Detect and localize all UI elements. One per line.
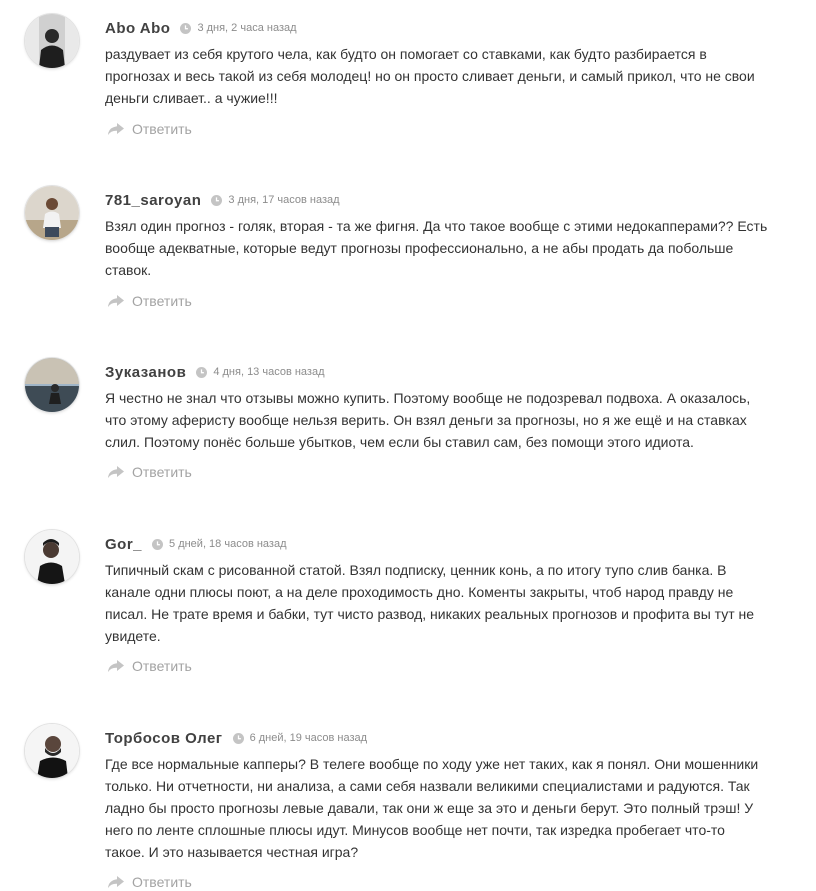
clock-icon: [196, 366, 208, 378]
reply-button[interactable]: Ответить: [107, 120, 192, 138]
comment-header: Торбосов Олег 6 дней, 19 часов назад: [105, 727, 367, 749]
author-name[interactable]: Зуказанов: [105, 364, 186, 381]
author-name[interactable]: Abo Abo: [105, 20, 170, 37]
comment-text-line: увидете.: [105, 628, 161, 644]
clock-icon: [180, 22, 192, 34]
comment-date[interactable]: 6 дней, 19 часов назад: [250, 732, 367, 744]
avatar[interactable]: [25, 724, 79, 778]
avatar[interactable]: [25, 358, 79, 412]
reply-icon: [107, 875, 125, 889]
comment-text-line: вообще адекватные, которые ведут прогноз…: [105, 240, 734, 256]
comment-text: раздувает из себя крутого чела, как будт…: [105, 43, 785, 109]
comment-date[interactable]: 4 дня, 13 часов назад: [213, 366, 324, 378]
comment-text-line: такое. И это называется честная игра?: [105, 844, 359, 860]
comment-header: 781_saroyan 3 дня, 17 часов назад: [105, 189, 340, 211]
clock-icon: [232, 732, 244, 744]
comment-header: Зуказанов 4 дня, 13 часов назад: [105, 361, 325, 383]
comment-text-line: прогнозах и весь такой из себя молодец! …: [105, 68, 755, 84]
reply-icon: [107, 659, 125, 673]
comment-text: Я честно не знал что отзывы можно купить…: [105, 387, 785, 453]
comment-text: Типичный скам с рисованной статой. Взял …: [105, 559, 785, 647]
comment-date[interactable]: 5 дней, 18 часов назад: [169, 538, 286, 550]
reply-icon: [107, 294, 125, 308]
avatar[interactable]: [25, 530, 79, 584]
comment-text-line: него по ленте сплошные плюсы идут. Минус…: [105, 822, 725, 838]
author-name[interactable]: 781_saroyan: [105, 192, 201, 209]
reply-label: Ответить: [132, 121, 192, 137]
comment-text-line: деньги сливает.. а чужие!!!: [105, 90, 278, 106]
reply-label: Ответить: [132, 658, 192, 674]
reply-icon: [107, 465, 125, 479]
comment-text-line: писал. Не трате время и бабки, тут чисто…: [105, 606, 755, 622]
comment-text-line: канале одни плюсы поют, а на деле проход…: [105, 584, 734, 600]
comment-text-line: Типичный скам с рисованной статой. Взял …: [105, 562, 727, 578]
comment-text-line: раздувает из себя крутого чела, как будт…: [105, 46, 707, 62]
avatar[interactable]: [25, 186, 79, 240]
comment-header: Gor_ 5 дней, 18 часов назад: [105, 533, 287, 555]
comment-text-line: Где все нормальные капперы? В телеге воо…: [105, 756, 759, 772]
reply-label: Ответить: [132, 293, 192, 309]
avatar[interactable]: [25, 14, 79, 68]
reply-button[interactable]: Ответить: [107, 463, 192, 481]
comment-date[interactable]: 3 дня, 2 часа назад: [197, 22, 296, 34]
reply-button[interactable]: Ответить: [107, 657, 192, 675]
reply-button[interactable]: Ответить: [107, 292, 192, 310]
reply-label: Ответить: [132, 874, 192, 890]
comment-text-line: Я честно не знал что отзывы можно купить…: [105, 390, 751, 406]
comment-text-line: ладно бы просто прогнозы левые давали, т…: [105, 800, 754, 816]
reply-label: Ответить: [132, 464, 192, 480]
comment-text-line: слил. Поэтому понёс больше убытков, чем …: [105, 434, 694, 450]
comment-text-line: Взял один прогноз - голяк, вторая - та ж…: [105, 218, 768, 234]
clock-icon: [152, 538, 164, 550]
comment-text-line: только. Ни отчетности, ни анализа, а сам…: [105, 778, 750, 794]
comment-text-line: ставок.: [105, 262, 152, 278]
clock-icon: [211, 194, 223, 206]
comment-text: Где все нормальные капперы? В телеге воо…: [105, 753, 785, 863]
comment-text: Взял один прогноз - голяк, вторая - та ж…: [105, 215, 785, 281]
author-name[interactable]: Gor_: [105, 536, 142, 553]
author-name[interactable]: Торбосов Олег: [105, 730, 223, 747]
reply-button[interactable]: Ответить: [107, 873, 192, 891]
reply-icon: [107, 122, 125, 136]
comment-header: Abo Abo 3 дня, 2 часа назад: [105, 17, 297, 39]
comment-text-line: что этому аферисту вообще нельзя верить.…: [105, 412, 747, 428]
comment-date[interactable]: 3 дня, 17 часов назад: [228, 194, 339, 206]
